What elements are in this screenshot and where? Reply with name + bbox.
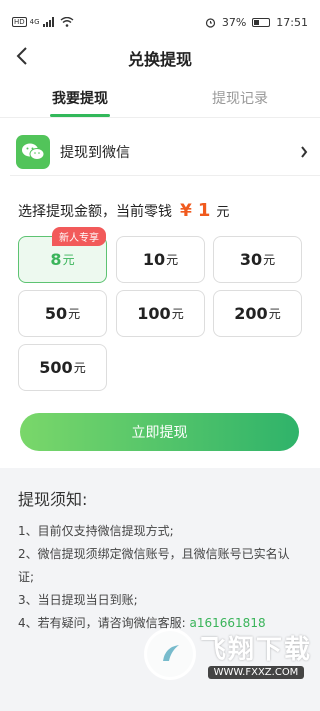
amount-option-10[interactable]: 10 元 (116, 236, 205, 283)
option-unit: 元 (263, 253, 276, 267)
amount-prompt: 选择提现金额，当前零钱 (18, 204, 172, 220)
amount-option-100[interactable]: 100 元 (116, 290, 205, 337)
alarm-icon (205, 17, 215, 28)
battery-icon (252, 17, 271, 27)
currency-symbol: ¥ (180, 201, 192, 221)
tab-label: 提现记录 (212, 91, 268, 107)
status-bar: HD 4G 37% 17:51 (0, 0, 320, 44)
tab-label: 我要提现 (52, 91, 108, 107)
watermark-url: WWW.FXXZ.COM (207, 666, 305, 679)
notice-title: 提现须知: (18, 490, 88, 509)
balance-unit: 元 (216, 205, 230, 220)
option-value: 10 (142, 250, 166, 269)
page-title: 兑换提现 (127, 50, 192, 69)
amount-option-200[interactable]: 200 元 (213, 290, 302, 337)
option-value: 200 (234, 304, 268, 323)
withdraw-now-button[interactable]: 立即提现 (20, 413, 299, 451)
option-value: 500 (39, 358, 73, 377)
amount-option-8[interactable]: 新人专享 8元 (18, 227, 107, 283)
wechat-icon (16, 134, 50, 169)
notice-item: 2、微信提现须绑定微信账号，且微信账号已实名认证; (18, 547, 290, 584)
tab-active-indicator (50, 114, 110, 117)
battery-percent: 37% (221, 15, 247, 29)
chevron-right-icon (301, 145, 308, 158)
option-unit: 元 (73, 361, 86, 375)
option-unit: 元 (171, 307, 184, 321)
amount-option-500[interactable]: 500 元 (18, 344, 107, 391)
watermark-logo-icon (143, 628, 196, 680)
clock: 17:51 (276, 15, 308, 29)
wechat-label: 提现到微信 (60, 144, 130, 161)
option-unit: 元 (62, 253, 75, 267)
withdraw-card: 提现到微信 选择提现金额，当前零钱 ¥ 1 元 新人专享 8元 10 元 30 元 … (0, 118, 320, 468)
notice-item: 3、当日提现当日到账; (18, 593, 138, 607)
hd-indicator: HD (12, 17, 27, 27)
wechat-withdraw-row[interactable]: 提现到微信 (10, 128, 320, 176)
tab-withdraw[interactable]: 我要提现 (0, 74, 160, 117)
option-unit: 元 (268, 307, 281, 321)
watermark-title: 飞翔下载 (199, 635, 312, 665)
signal-icon (42, 17, 54, 27)
signal-label: 4G (29, 18, 40, 26)
balance-line: 选择提现金额，当前零钱 ¥ 1 元 (18, 200, 229, 221)
site-watermark: 飞翔下载 WWW.FXXZ.COM (143, 628, 312, 680)
option-value: 30 (239, 250, 263, 269)
option-value: 100 (137, 304, 171, 323)
wifi-icon (60, 17, 73, 27)
amount-option-30[interactable]: 30 元 (213, 236, 302, 283)
option-unit: 元 (166, 253, 179, 267)
notice-item: 1、目前仅支持微信提现方式; (18, 524, 174, 538)
newcomer-badge: 新人专享 (52, 227, 106, 246)
balance-value: 1 (197, 200, 211, 221)
tab-bar: 我要提现 提现记录 (0, 74, 320, 118)
option-value: 50 (44, 304, 68, 323)
option-value: 8 (50, 250, 62, 269)
header: 兑换提现 (0, 40, 320, 74)
tab-withdraw-records[interactable]: 提现记录 (160, 74, 320, 117)
option-unit: 元 (68, 307, 81, 321)
amount-option-50[interactable]: 50 元 (18, 290, 107, 337)
